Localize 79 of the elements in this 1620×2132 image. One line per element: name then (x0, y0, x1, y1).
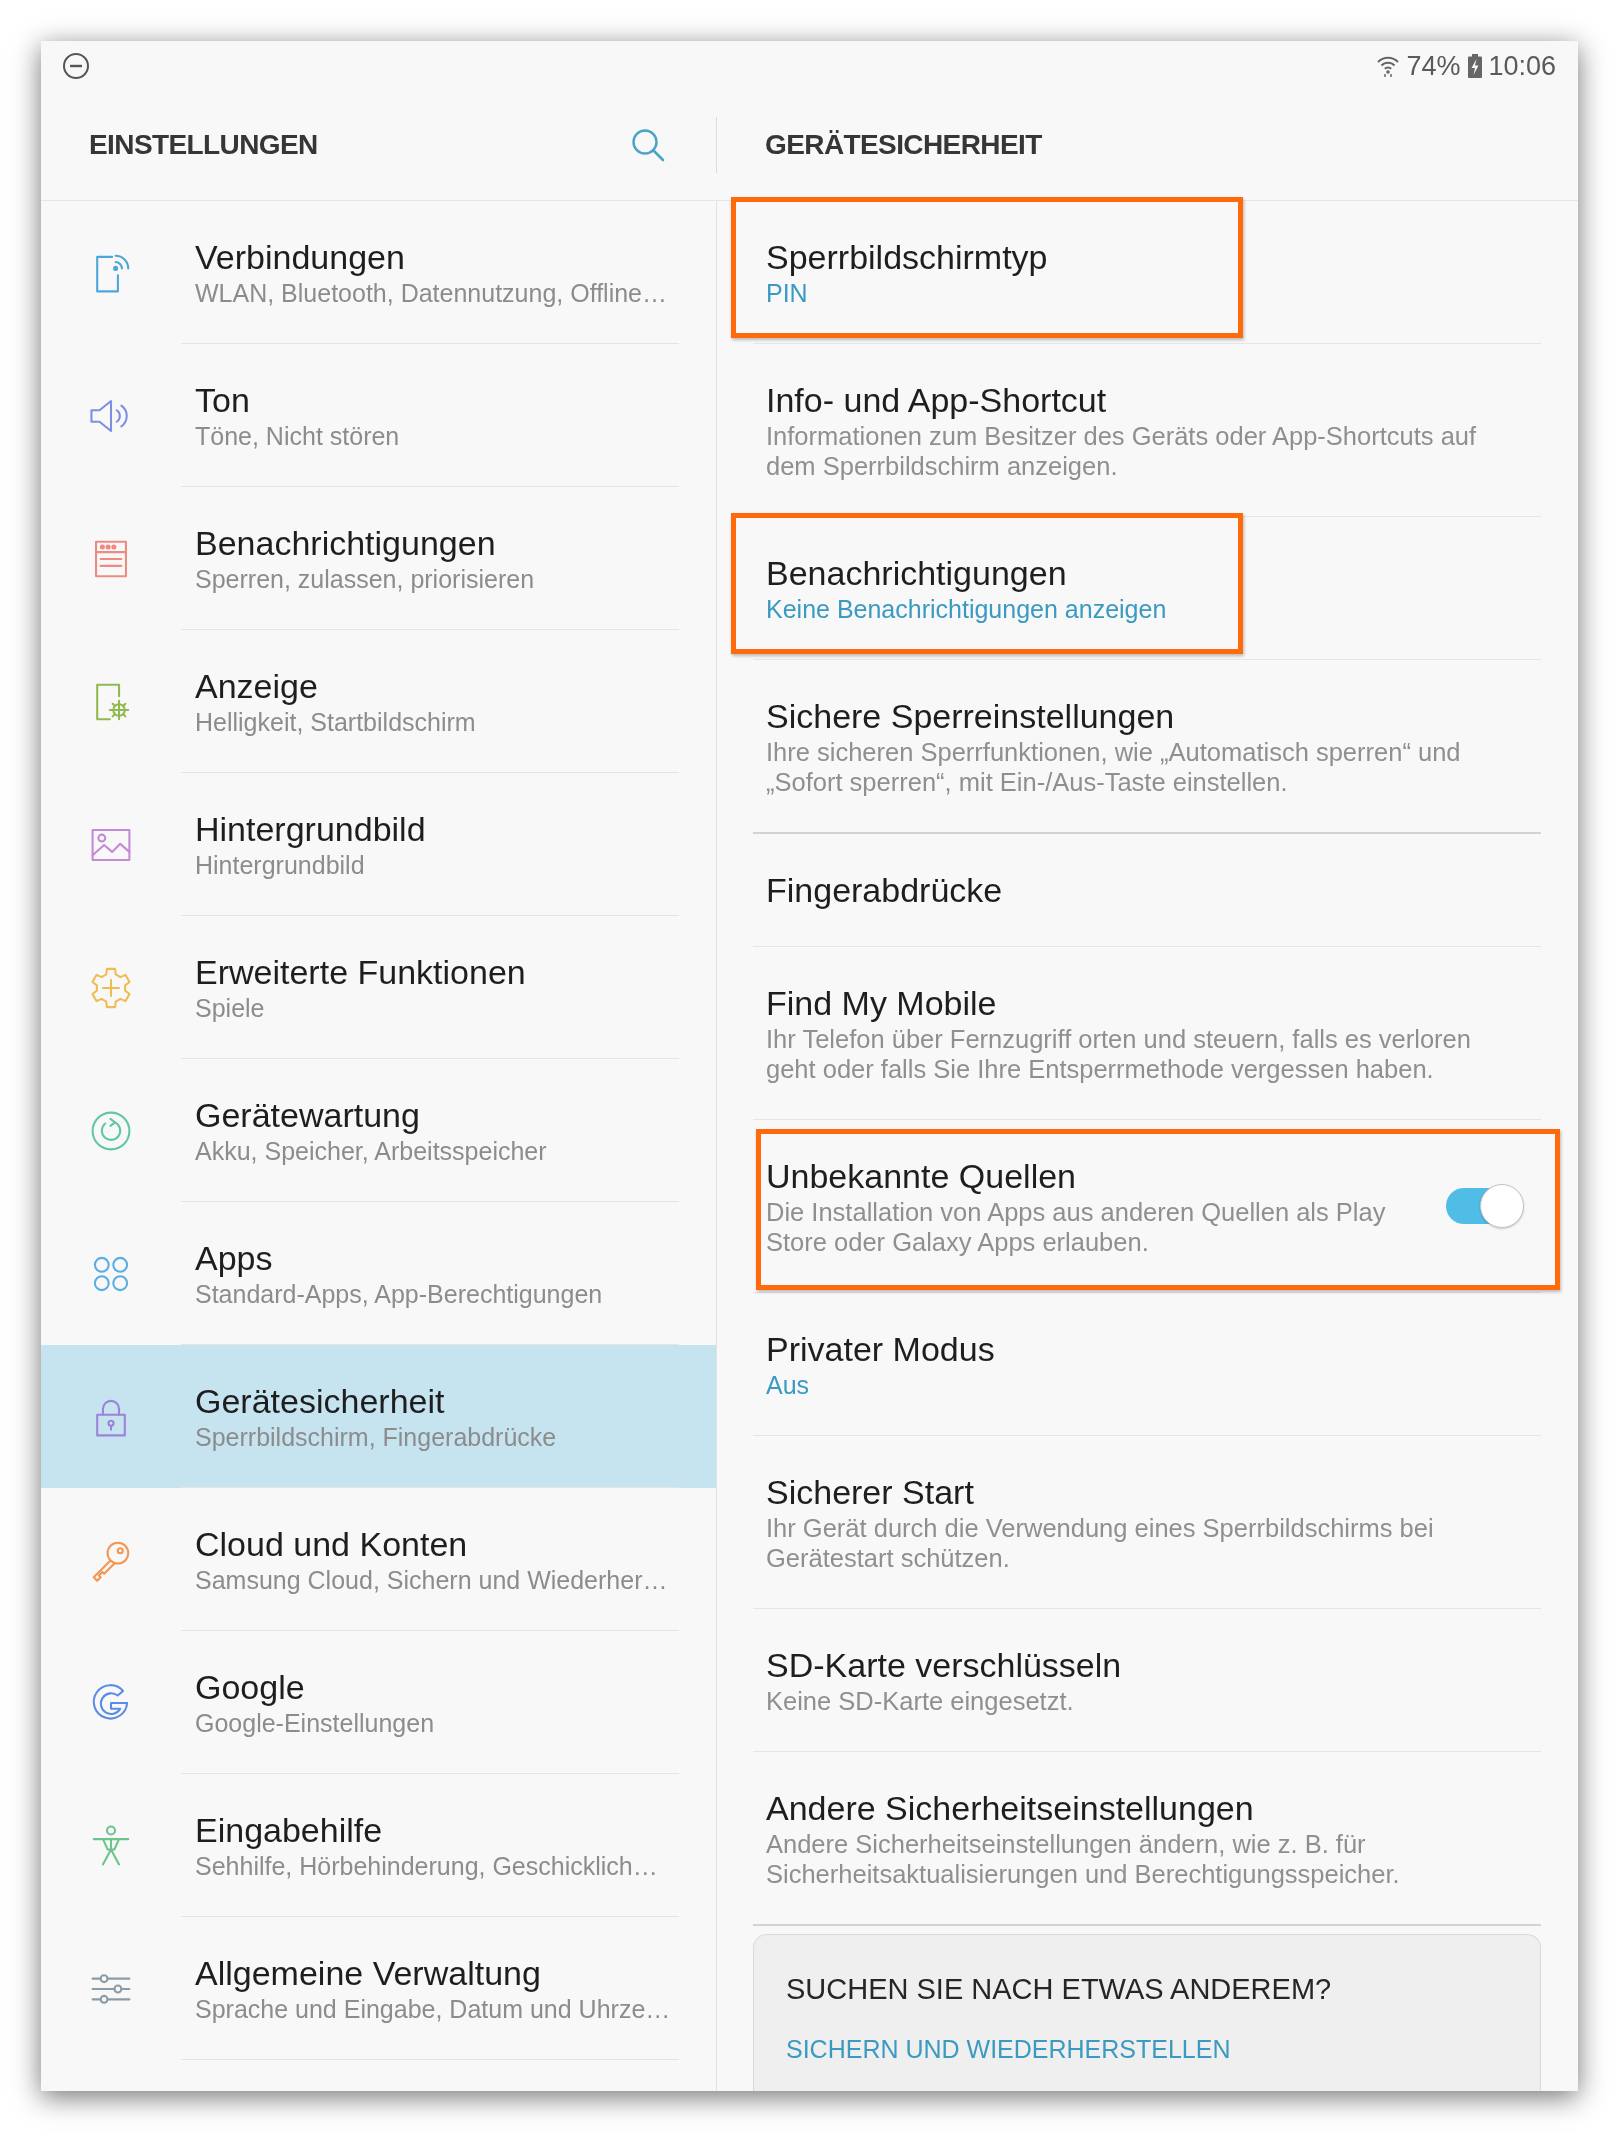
settings-item[interactable]: Erweiterte Funktionen Spiele (41, 916, 716, 1059)
item-subtitle: WLAN, Bluetooth, Datennutzung, Offline… (195, 278, 669, 308)
item-subtitle: Google-Einstellungen (195, 1708, 436, 1738)
item-title: Sichere Sperreinstellungen (766, 696, 1176, 737)
search-icon[interactable] (630, 127, 666, 163)
settings-item[interactable]: Benachrichtigungen Sperren, zulassen, priorisieren (41, 487, 716, 630)
setting-item[interactable]: Sicherer Start Ihr Gerät durch die Verwendung eines Sperrbildschirms bei Gerätestart schützen. (753, 1436, 1541, 1608)
setting-item[interactable]: Find My Mobile Ihr Telefon über Fernzugriff orten und steuern, falls es verloren geht oder falls Sie Ihre Entsperrmethode vergessen haben. (753, 947, 1541, 1119)
item-title: Allgemeine Verwaltung (195, 1953, 542, 1994)
item-description: Ihr Gerät durch die Verwendung eines Sperrbildschirms bei Gerätestart schützen. (766, 1513, 1435, 1573)
item-title: Eingabehilfe (195, 1810, 384, 1851)
toggle-switch[interactable] (1446, 1184, 1524, 1228)
item-title: Privater Modus (766, 1329, 996, 1370)
settings-item[interactable]: Eingabehilfe Sehhilfe, Hörbehinderung, Geschicklich… (41, 1774, 716, 1917)
item-subtitle: Sprache und Eingabe, Datum und Uhrze… (195, 1994, 672, 2024)
item-title: Anzeige (195, 666, 319, 707)
item-title: Info- und App-Shortcut (766, 380, 1108, 421)
settings-item[interactable]: Cloud und Konten Samsung Cloud, Sichern und Wiederher… (41, 1488, 716, 1631)
item-subtitle: Sperrbildschirm, Fingerabdrücke (195, 1422, 558, 1452)
setting-item[interactable]: Privater Modus Aus (753, 1293, 1541, 1435)
setting-item[interactable]: Sichere Sperreinstellungen Ihre sicheren Sperrfunktionen, wie „Automatisch sperren“ und „Sofort sperren“, mit Ein-/Aus-Taste einstellen. (753, 660, 1541, 832)
item-title: Gerätewartung (195, 1095, 421, 1136)
item-title: Google (195, 1667, 306, 1708)
item-description: Die Installation von Apps aus anderen Quellen als Play Store oder Galaxy Apps erlauben. (766, 1197, 1387, 1257)
settings-item[interactable]: Google Google-Einstellungen (41, 1631, 716, 1774)
item-title: Verbindungen (195, 237, 406, 278)
settings-item[interactable]: Hintergrundbild Hintergrundbild (41, 773, 716, 916)
clock-time: 10:06 (1488, 49, 1556, 82)
setting-item[interactable]: SD-Karte verschlüsseln Keine SD-Karte eingesetzt. (753, 1609, 1541, 1751)
item-subtitle: Spiele (195, 993, 266, 1023)
item-title: Apps (195, 1238, 274, 1279)
panel-title: EINSTELLUNGEN (89, 128, 318, 162)
item-subtitle: Helligkeit, Startbildschirm (195, 707, 477, 737)
item-description: Informationen zum Besitzer des Geräts oder App-Shortcuts auf dem Sperrbildschirm anzeigen. (766, 421, 1478, 481)
item-title: Benachrichtigungen (195, 523, 497, 564)
settings-item[interactable]: Gerätesicherheit Sperrbildschirm, Fingerabdrücke (41, 1345, 716, 1488)
minus-circle-icon (62, 51, 90, 80)
item-title: Sicherer Start (766, 1472, 975, 1513)
item-title: Gerätesicherheit (195, 1381, 446, 1422)
item-description: Keine SD-Karte eingesetzt. (766, 1686, 1075, 1716)
item-subtitle: Samsung Cloud, Sichern und Wiederher… (195, 1565, 669, 1595)
settings-item[interactable]: Ton Töne, Nicht stören (41, 344, 716, 487)
battery-percent: 74% (1406, 49, 1461, 82)
settings-item[interactable]: Gerätewartung Akku, Speicher, Arbeitsspeicher (41, 1059, 716, 1202)
setting-item[interactable]: Andere Sicherheitseinstellungen Andere Sicherheitseinstellungen ändern, wie z. B. für Sicherheitsaktualisierungen und Berechtigungsspeicher. (753, 1752, 1541, 1924)
item-title: Sperrbildschirmtyp (766, 237, 1049, 278)
item-subtitle: Sehhilfe, Hörbehinderung, Geschicklich… (195, 1851, 659, 1881)
item-subtitle: Sperren, zulassen, priorisieren (195, 564, 536, 594)
setting-item[interactable]: Info- und App-Shortcut Informationen zum Besitzer des Geräts oder App-Shortcuts auf dem Sperrbildschirm anzeigen. (753, 344, 1541, 516)
item-value: Keine Benachrichtigungen anzeigen (766, 594, 1168, 624)
item-subtitle: Akku, Speicher, Arbeitsspeicher (195, 1136, 548, 1166)
item-title: Find My Mobile (766, 983, 998, 1024)
setting-item[interactable]: Fingerabdrücke (753, 834, 1541, 946)
settings-item[interactable]: Verbindungen WLAN, Bluetooth, Datennutzung, Offline… (41, 201, 716, 344)
item-title: SD-Karte verschlüsseln (766, 1645, 1123, 1686)
battery-charging-icon (1468, 53, 1483, 78)
item-subtitle: Töne, Nicht stören (195, 421, 401, 451)
setting-item[interactable]: Unbekannte Quellen Die Installation von Apps aus anderen Quellen als Play Store oder Galaxy Apps erlauben. (753, 1120, 1541, 1292)
item-description: Ihr Telefon über Fernzugriff orten und steuern, falls es verloren geht oder falls Sie Ihre Entsperrmethode vergessen haben. (766, 1024, 1472, 1084)
item-description: Ihre sicheren Sperrfunktionen, wie „Automatisch sperren“ und „Sofort sperren“, mit Ein-/Aus-Taste einstellen. (766, 737, 1462, 797)
item-subtitle: Hintergrundbild (195, 850, 366, 880)
item-title: Unbekannte Quellen (766, 1156, 1077, 1197)
setting-item[interactable]: Sperrbildschirmtyp PIN (753, 201, 1541, 343)
item-title: Benachrichtigungen (766, 553, 1068, 594)
item-description: Andere Sicherheitseinstellungen ändern, wie z. B. für Sicherheitsaktualisierungen und Berechtigungsspeicher. (766, 1829, 1401, 1889)
setting-item[interactable]: Benachrichtigungen Keine Benachrichtigungen anzeigen (753, 517, 1541, 659)
settings-item[interactable]: Allgemeine Verwaltung Sprache und Eingabe, Datum und Uhrze… (41, 1917, 716, 2060)
item-title: Andere Sicherheitseinstellungen (766, 1788, 1255, 1829)
item-title: Ton (195, 380, 251, 421)
item-value: PIN (766, 278, 809, 308)
item-value: Aus (766, 1370, 811, 1400)
item-title: Hintergrundbild (195, 809, 427, 850)
item-title: Cloud und Konten (195, 1524, 469, 1565)
settings-item[interactable]: Anzeige Helligkeit, Startbildschirm (41, 630, 716, 773)
card-title: SUCHEN SIE NACH ETWAS ANDEREM? (786, 1972, 1332, 2007)
item-title: Fingerabdrücke (766, 870, 1004, 911)
page-title: GERÄTESICHERHEIT (765, 128, 1042, 162)
item-title: Erweiterte Funktionen (195, 952, 527, 993)
item-subtitle: Standard-Apps, App-Berechtigungen (195, 1279, 604, 1309)
